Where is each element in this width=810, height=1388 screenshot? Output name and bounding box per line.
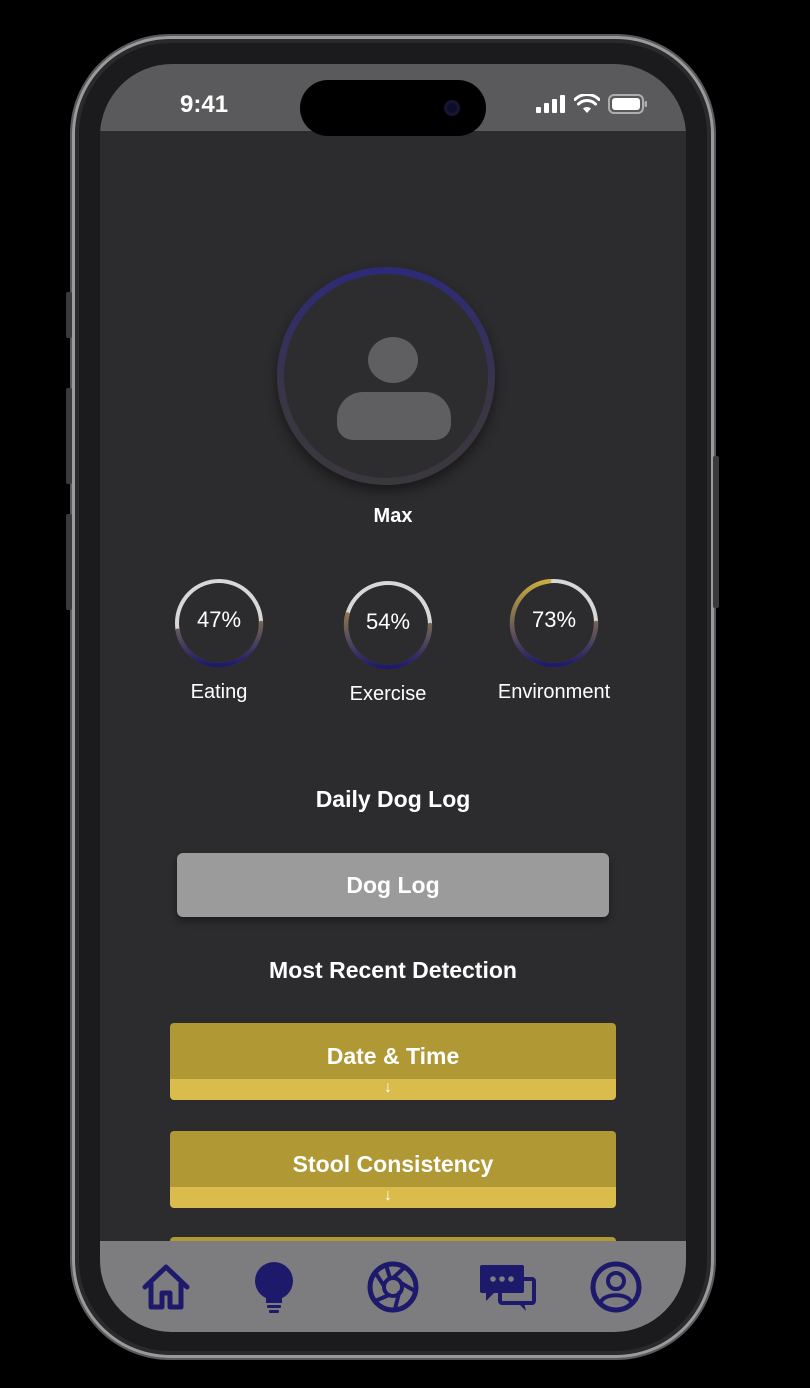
camera-aperture-icon: [367, 1261, 419, 1313]
nav-home[interactable]: [138, 1259, 194, 1315]
expand-arrow-icon: ↓: [384, 1187, 392, 1204]
app-screen: 9:41 Max 47% Eating 54% Exercise 73% Env…: [100, 64, 686, 1332]
progress-ring: 54%: [342, 579, 434, 671]
metric-label: Eating: [190, 681, 248, 703]
metric-label: Exercise: [349, 683, 427, 705]
dynamic-island: [300, 80, 486, 136]
front-camera-icon: [444, 100, 460, 116]
cellular-signal-icon: [536, 95, 565, 113]
volume-up-button: [66, 388, 72, 484]
nav-chat[interactable]: [478, 1259, 536, 1315]
metric-label: Environment: [497, 681, 611, 703]
progress-ring: 73%: [508, 577, 600, 669]
daily-log-title: Daily Dog Log: [315, 786, 471, 812]
accordion-date-time[interactable]: Date & Time ↓: [170, 1023, 616, 1100]
nav-tips[interactable]: [246, 1259, 302, 1315]
status-icons: [536, 94, 648, 114]
progress-ring: 47%: [173, 577, 265, 669]
accordion-label: Stool Consistency: [170, 1131, 616, 1187]
status-bar: 9:41: [100, 64, 686, 136]
bottom-nav: [100, 1241, 686, 1332]
nav-scan[interactable]: [365, 1259, 421, 1315]
metric-value: 47%: [196, 607, 242, 632]
action-button: [66, 292, 72, 338]
dog-log-button[interactable]: Dog Log: [177, 853, 609, 917]
lightbulb-icon: [255, 1262, 293, 1313]
accordion-label: Date & Time: [170, 1023, 616, 1079]
nav-profile[interactable]: [588, 1259, 644, 1315]
volume-down-button: [66, 514, 72, 610]
recent-detection-title: Most Recent Detection: [269, 957, 517, 983]
metric-value: 54%: [365, 609, 411, 634]
chat-icon: [480, 1265, 536, 1311]
pet-name: Max: [373, 505, 413, 527]
wifi-icon: [574, 94, 600, 113]
expand-arrow-icon: ↓: [384, 1079, 392, 1096]
profile-icon: [590, 1261, 642, 1313]
power-button: [713, 456, 719, 608]
metric-environment[interactable]: 73% Environment: [474, 577, 634, 704]
accordion-stool-consistency[interactable]: Stool Consistency ↓: [170, 1131, 616, 1208]
status-time: 9:41: [180, 91, 229, 118]
metric-exercise[interactable]: 54% Exercise: [308, 579, 468, 706]
avatar-placeholder-icon: [284, 274, 488, 478]
pet-avatar[interactable]: [277, 267, 495, 485]
metric-value: 73%: [531, 607, 577, 632]
home-icon: [142, 1264, 190, 1310]
metric-eating[interactable]: 47% Eating: [139, 577, 299, 704]
battery-icon: [608, 94, 647, 114]
